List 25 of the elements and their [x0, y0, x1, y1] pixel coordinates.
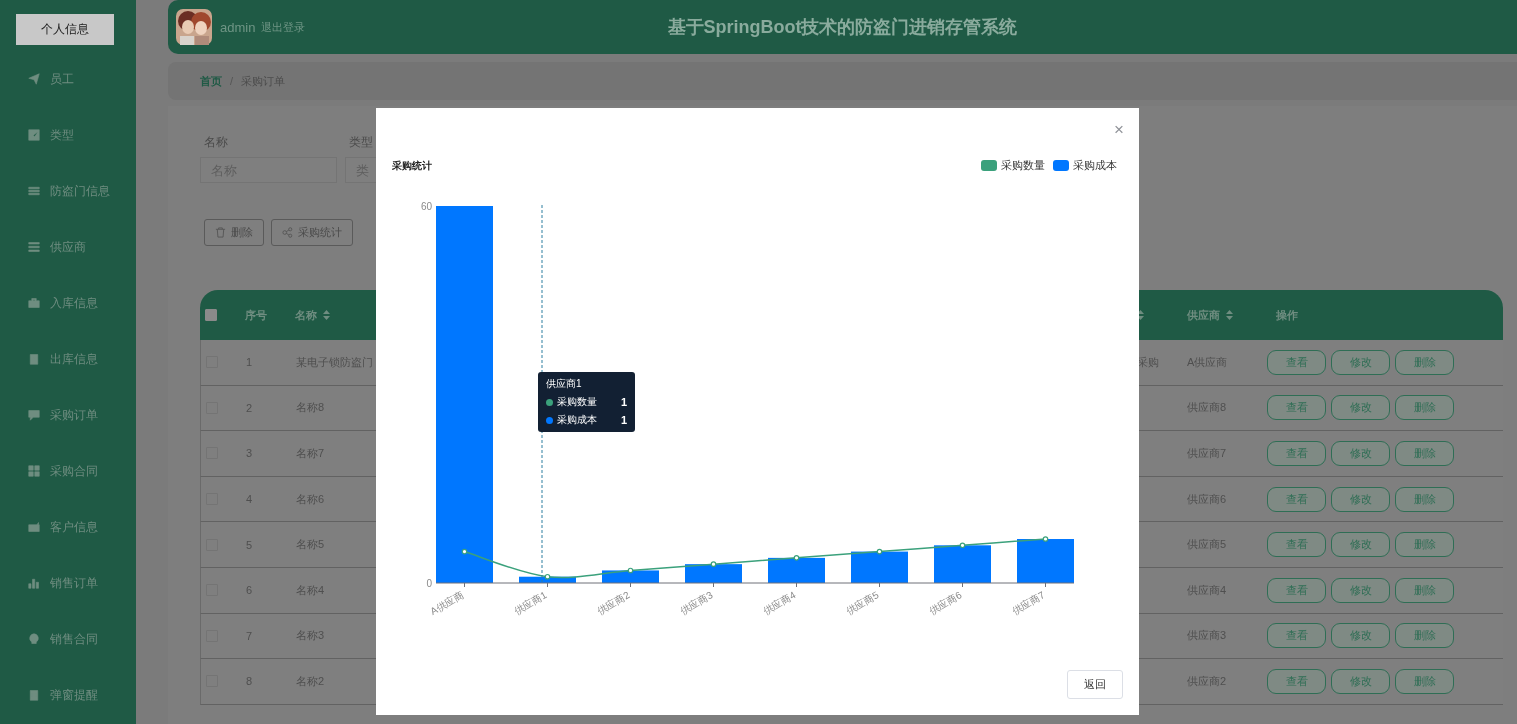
app-title: 基于SpringBoot技术的防盗门进销存管系统 [667, 16, 1018, 39]
legend-label: 采购成本 [1073, 158, 1117, 173]
tooltip-title: 供应商1 [546, 377, 583, 391]
column-header: 操作 [1276, 307, 1298, 323]
axis-label: 60 [420, 201, 432, 212]
column-header: 序号 [245, 307, 267, 323]
axis-label: 供应商1 [512, 589, 549, 617]
axis-label: 供应商2 [595, 589, 632, 617]
column-header: 供应商 [1187, 307, 1220, 323]
username: admin [220, 19, 256, 35]
legend-label: 采购数量 [1001, 158, 1045, 173]
breadcrumb-separator: / [230, 75, 234, 87]
chart-title: 采购统计 [392, 158, 432, 173]
axis-label: 供应商3 [678, 589, 715, 617]
axis-label: 供应商4 [761, 589, 798, 617]
tooltip-value: 1 [620, 414, 627, 426]
axis-label: 供应商7 [1010, 589, 1047, 617]
axis-label: 供应商6 [927, 589, 964, 617]
axis-label: 0 [426, 578, 432, 589]
axis-label: 供应商5 [844, 589, 881, 617]
tooltip-label: 采购数量 [557, 395, 598, 409]
column-header: 名称 [295, 307, 317, 323]
axis-label: A供应商 [428, 589, 466, 618]
tooltip-value: 1 [620, 396, 627, 408]
tooltip-label: 采购成本 [557, 413, 598, 427]
